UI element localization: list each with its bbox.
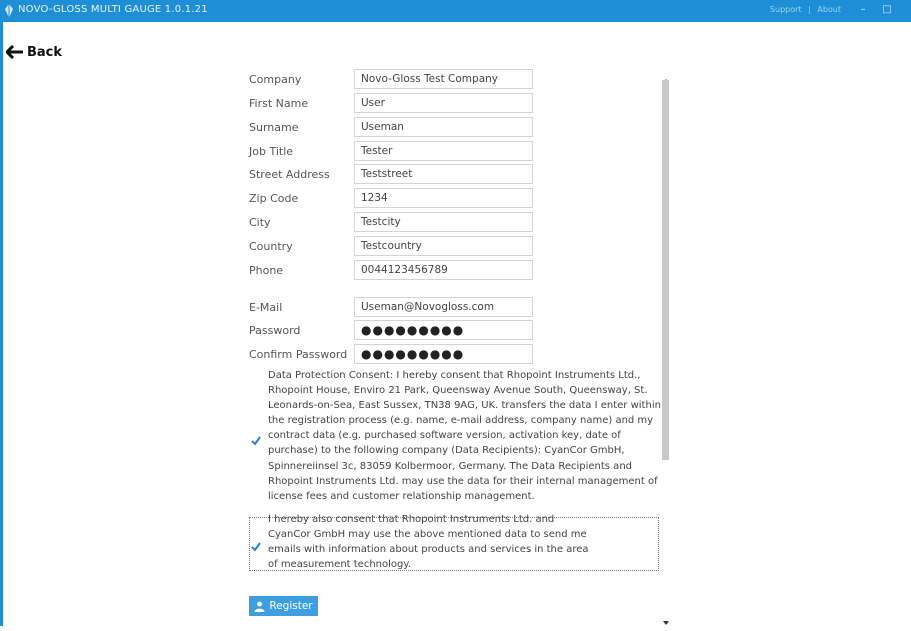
back-label: Back bbox=[27, 44, 63, 60]
zip-code-label: Zip Code bbox=[249, 192, 299, 205]
checkmark-icon bbox=[251, 542, 261, 552]
email-field[interactable] bbox=[354, 297, 533, 317]
city-field[interactable] bbox=[354, 212, 533, 232]
confirm-password-label: Confirm Password bbox=[249, 348, 348, 361]
title-bar: NOVO-GLOSS MULTI GAUGE 1.0.1.21 Support … bbox=[0, 0, 911, 22]
first-name-label: First Name bbox=[249, 97, 309, 110]
link-separator: | bbox=[808, 5, 811, 14]
confirm-password-field[interactable] bbox=[354, 344, 533, 364]
scroll-down-arrow[interactable] bbox=[662, 612, 670, 625]
back-button[interactable]: Back bbox=[6, 43, 62, 61]
checkmark-icon bbox=[251, 436, 261, 446]
window-left-border bbox=[0, 22, 3, 626]
data-protection-consent-text: Data Protection Consent: I hereby consen… bbox=[268, 370, 661, 502]
job-title-field[interactable] bbox=[354, 141, 533, 161]
country-label: Country bbox=[249, 240, 293, 253]
register-button[interactable]: Register bbox=[249, 596, 318, 616]
job-title-label: Job Title bbox=[249, 145, 294, 158]
country-field[interactable] bbox=[354, 236, 533, 256]
data-protection-checkbox[interactable] bbox=[250, 432, 262, 446]
register-label: Register bbox=[269, 600, 313, 612]
zip-code-field[interactable] bbox=[354, 188, 533, 208]
minimize-button[interactable]: – bbox=[856, 3, 870, 17]
city-label: City bbox=[249, 216, 271, 229]
arrow-left-icon bbox=[6, 45, 23, 59]
scrollbar-thumb[interactable] bbox=[662, 80, 669, 460]
app-logo-icon bbox=[4, 3, 14, 19]
street-address-field[interactable] bbox=[354, 164, 533, 184]
about-link[interactable]: About bbox=[817, 5, 841, 14]
marketing-consent-checkbox[interactable] bbox=[250, 538, 262, 552]
support-link[interactable]: Support bbox=[770, 5, 802, 14]
phone-label: Phone bbox=[249, 264, 284, 277]
scroll-up-arrow[interactable] bbox=[662, 70, 670, 83]
marketing-consent-text: I hereby also consent that Rhopoint Inst… bbox=[268, 514, 589, 571]
email-label: E-Mail bbox=[249, 301, 283, 314]
first-name-field[interactable] bbox=[354, 93, 533, 113]
street-address-label: Street Address bbox=[249, 168, 330, 181]
user-icon bbox=[254, 601, 265, 612]
password-field[interactable] bbox=[354, 320, 533, 340]
surname-label: Surname bbox=[249, 121, 299, 134]
window-title: NOVO-GLOSS MULTI GAUGE 1.0.1.21 bbox=[18, 4, 208, 15]
phone-field[interactable] bbox=[354, 260, 533, 280]
company-field[interactable] bbox=[354, 69, 533, 89]
maximize-button[interactable]: □ bbox=[880, 3, 894, 17]
password-label: Password bbox=[249, 324, 301, 337]
company-label: Company bbox=[249, 73, 302, 86]
surname-field[interactable] bbox=[354, 117, 533, 137]
